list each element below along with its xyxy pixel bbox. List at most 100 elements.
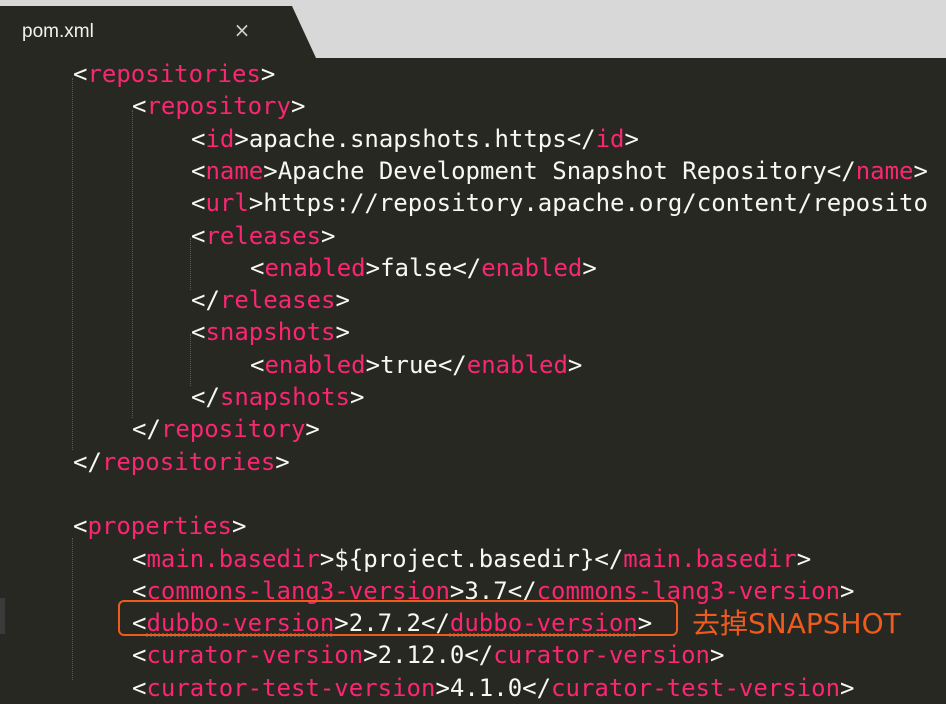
code-line: </repository>: [132, 413, 320, 445]
code-line: <repository>: [132, 90, 305, 122]
tag-name: snapshots: [219, 383, 350, 411]
bracket: >: [260, 60, 276, 88]
indent-guide: [72, 538, 74, 680]
tag-value: ${project.basedir}: [334, 544, 595, 573]
bracket: >: [435, 673, 450, 702]
code-editor[interactable]: <repositories> <repository> <id>apache.sna…: [0, 58, 946, 702]
tag-name: repository: [146, 92, 291, 121]
code-line: <properties>: [73, 510, 246, 542]
bracket: >: [234, 124, 249, 153]
bracket: >: [319, 544, 335, 573]
tag-name: curator-test-version: [551, 673, 841, 702]
tag-name: main.basedir: [146, 544, 320, 573]
bracket: >: [913, 156, 928, 185]
code-line: </repositories>: [73, 446, 290, 478]
bracket: <: [132, 92, 147, 121]
tag-name: enabled: [481, 253, 583, 282]
bracket: <: [132, 641, 147, 670]
bracket: <: [191, 156, 206, 185]
annotation-label: 去掉SNAPSHOT: [692, 607, 901, 640]
code-line: <curator-version>2.12.0</curator-version…: [132, 639, 724, 671]
code-line: <id>apache.snapshots.https</id>: [191, 123, 639, 155]
tag-name: name: [855, 156, 914, 185]
tag-name: repositories: [87, 60, 261, 88]
tag-name: properties: [87, 512, 232, 541]
bracket: >: [624, 124, 639, 153]
tag-name: main.basedir: [623, 544, 797, 573]
close-icon[interactable]: ×: [232, 18, 252, 42]
bracket: >: [248, 189, 264, 218]
code-line: <curator-test-version>4.1.0</curator-tes…: [132, 672, 854, 704]
code-line: <enabled>true</enabled>: [250, 349, 582, 381]
tag-value: true: [380, 350, 438, 379]
bracket: >: [321, 221, 336, 250]
tag-name: enabled: [264, 350, 366, 379]
tag-value: false: [380, 253, 453, 282]
bracket: <: [250, 253, 265, 282]
bracket: </: [73, 447, 102, 476]
bracket: >: [796, 544, 812, 573]
code-line: <url>https://repository.apache.org/conte…: [191, 187, 928, 219]
bracket: >: [363, 641, 378, 670]
bracket: >: [840, 673, 855, 702]
code-line: <repositories>: [73, 58, 275, 90]
tab-title: pom.xml: [22, 21, 94, 42]
tag-name: id: [205, 124, 235, 153]
tag-value: Apache Development Snapshot Repository: [277, 156, 827, 185]
tag-name: repositories: [101, 447, 276, 476]
bracket: >: [840, 576, 855, 605]
code-line: </releases>: [191, 284, 350, 316]
bracket: >: [335, 286, 350, 315]
indent-guide: [132, 110, 134, 418]
bracket: <: [132, 673, 147, 702]
bracket: <: [73, 60, 88, 88]
bracket: <: [132, 544, 147, 573]
tag-name: name: [205, 156, 264, 185]
bracket: >: [365, 350, 381, 379]
tag-value: 4.1.0: [449, 673, 523, 702]
bracket: >: [710, 641, 725, 670]
bracket: >: [231, 512, 247, 541]
tab-bar: pom.xml ×: [0, 0, 946, 58]
bracket: >: [567, 350, 583, 379]
bracket: </: [826, 156, 856, 185]
tag-name: id: [595, 124, 625, 153]
bracket: <: [250, 350, 265, 379]
tag-name: curator-version: [493, 641, 711, 670]
code-line: <name>Apache Development Snapshot Reposi…: [191, 155, 928, 187]
tag-value: https://repository.apache.org/content/re…: [263, 189, 928, 218]
bracket: <: [191, 318, 206, 347]
bracket: >: [365, 253, 381, 282]
bracket: >: [335, 318, 350, 347]
bracket: <: [191, 221, 206, 250]
bracket: >: [263, 156, 278, 185]
tab-pom-xml[interactable]: pom.xml ×: [0, 6, 316, 58]
indent-guide: [72, 78, 74, 450]
code-line: <releases>: [191, 220, 336, 252]
bracket: </: [132, 415, 161, 444]
bracket: </: [437, 350, 467, 379]
tag-value: 2.12.0: [377, 641, 465, 670]
tag-name: repository: [160, 415, 306, 444]
code-line: <enabled>false</enabled>: [250, 252, 597, 284]
bracket: <: [191, 124, 206, 153]
bracket: </: [594, 544, 624, 573]
gutter-marker: [0, 598, 5, 634]
bracket: </: [452, 253, 482, 282]
bracket: >: [582, 253, 597, 282]
tag-name: releases: [219, 286, 336, 315]
code-line: <snapshots>: [191, 316, 350, 348]
tag-name: curator-version: [146, 641, 364, 670]
bracket: </: [191, 286, 220, 315]
tag-name: url: [205, 189, 249, 218]
code-line: </snapshots>: [191, 381, 364, 413]
bracket: </: [464, 641, 494, 670]
bracket: <: [191, 189, 206, 218]
tag-name: enabled: [264, 253, 366, 282]
bracket: >: [305, 415, 320, 444]
bracket: </: [522, 673, 552, 702]
highlight-box: [118, 600, 678, 636]
bracket: </: [191, 383, 220, 411]
bracket: <: [73, 512, 88, 541]
tag-name: enabled: [466, 350, 568, 379]
